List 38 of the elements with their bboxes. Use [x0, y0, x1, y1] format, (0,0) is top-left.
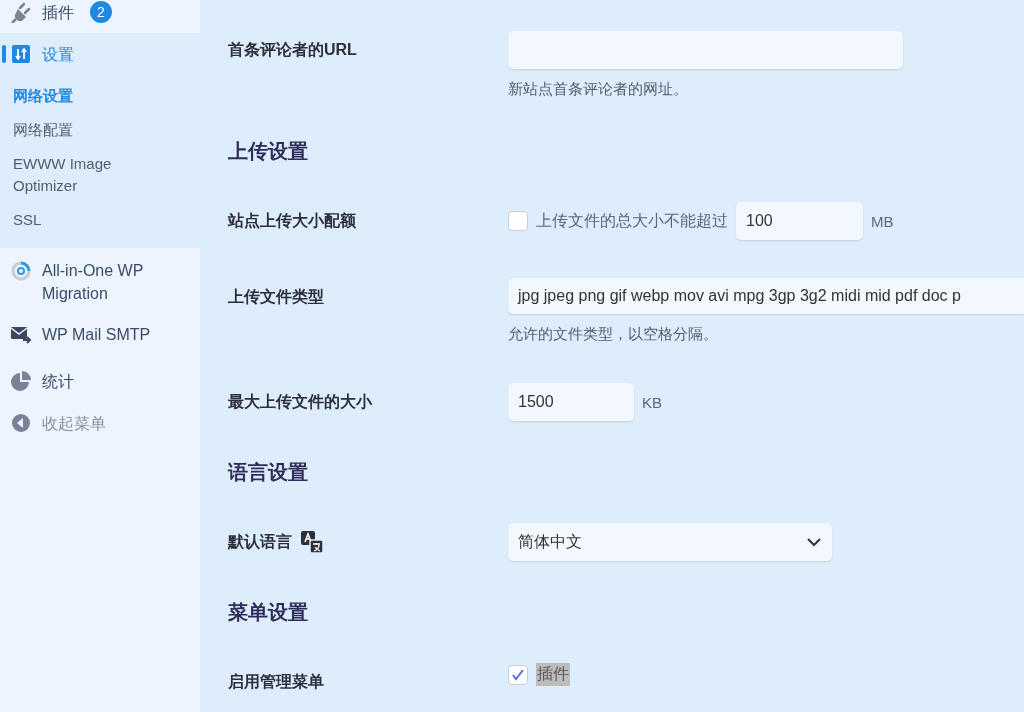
field-hint: 新站点首条评论者的网址。 — [508, 79, 688, 99]
input-field[interactable]: jpg jpeg png gif webp mov avi mpg 3gp 3g2 midi mid pdf doc p — [508, 278, 1024, 314]
sidebar-item[interactable]: 插件 2 — [0, 0, 200, 33]
count-badge: 2 — [90, 1, 112, 23]
sidebar-item[interactable]: WP Mail SMTP — [0, 323, 200, 346]
field-label: 站点上传大小配额 — [228, 210, 356, 231]
refresh-icon — [10, 259, 32, 281]
field-hint: 允许的文件类型，以空格分隔。 — [508, 324, 718, 344]
sidebar-item[interactable]: 统计 — [0, 370, 200, 393]
section-heading: 菜单设置 — [228, 600, 309, 625]
active-indicator — [2, 45, 6, 63]
unit-label: MB — [871, 212, 894, 230]
input-field[interactable]: 100 — [736, 202, 863, 240]
field-label: 默认语言 — [228, 531, 292, 552]
sidebar-item[interactable]: All-in-One WP Migration — [0, 259, 200, 305]
section-heading: 上传设置 — [228, 139, 309, 164]
field-label: 首条评论者的URL — [228, 39, 357, 60]
chevron-down-icon — [806, 537, 822, 547]
submenu-item[interactable]: 网络配置 — [0, 113, 146, 147]
input-field[interactable]: 1500 — [508, 383, 634, 421]
field-label: 启用管理菜单 — [228, 671, 324, 692]
language-select[interactable]: 简体中文 — [508, 523, 832, 561]
checkbox[interactable] — [508, 211, 528, 231]
field-label: 上传文件类型 — [228, 286, 324, 307]
checkbox-label: 插件 — [536, 663, 570, 686]
translate-icon — [300, 530, 324, 554]
plug-icon — [10, 1, 32, 23]
field-label: 最大上传文件的大小 — [228, 391, 372, 412]
checkbox-label: 上传文件的总大小不能超过 — [536, 210, 728, 231]
sliders-icon — [10, 43, 32, 65]
collapse-icon — [10, 412, 32, 434]
pie-chart-icon — [10, 370, 32, 392]
unit-label: KB — [642, 393, 662, 411]
input-field[interactable] — [508, 31, 903, 69]
section-heading: 语言设置 — [228, 460, 309, 485]
checkbox[interactable] — [508, 664, 528, 685]
submenu-item[interactable]: EWWW Image Optimizer — [0, 147, 146, 203]
submenu-item[interactable]: SSL — [0, 203, 146, 237]
